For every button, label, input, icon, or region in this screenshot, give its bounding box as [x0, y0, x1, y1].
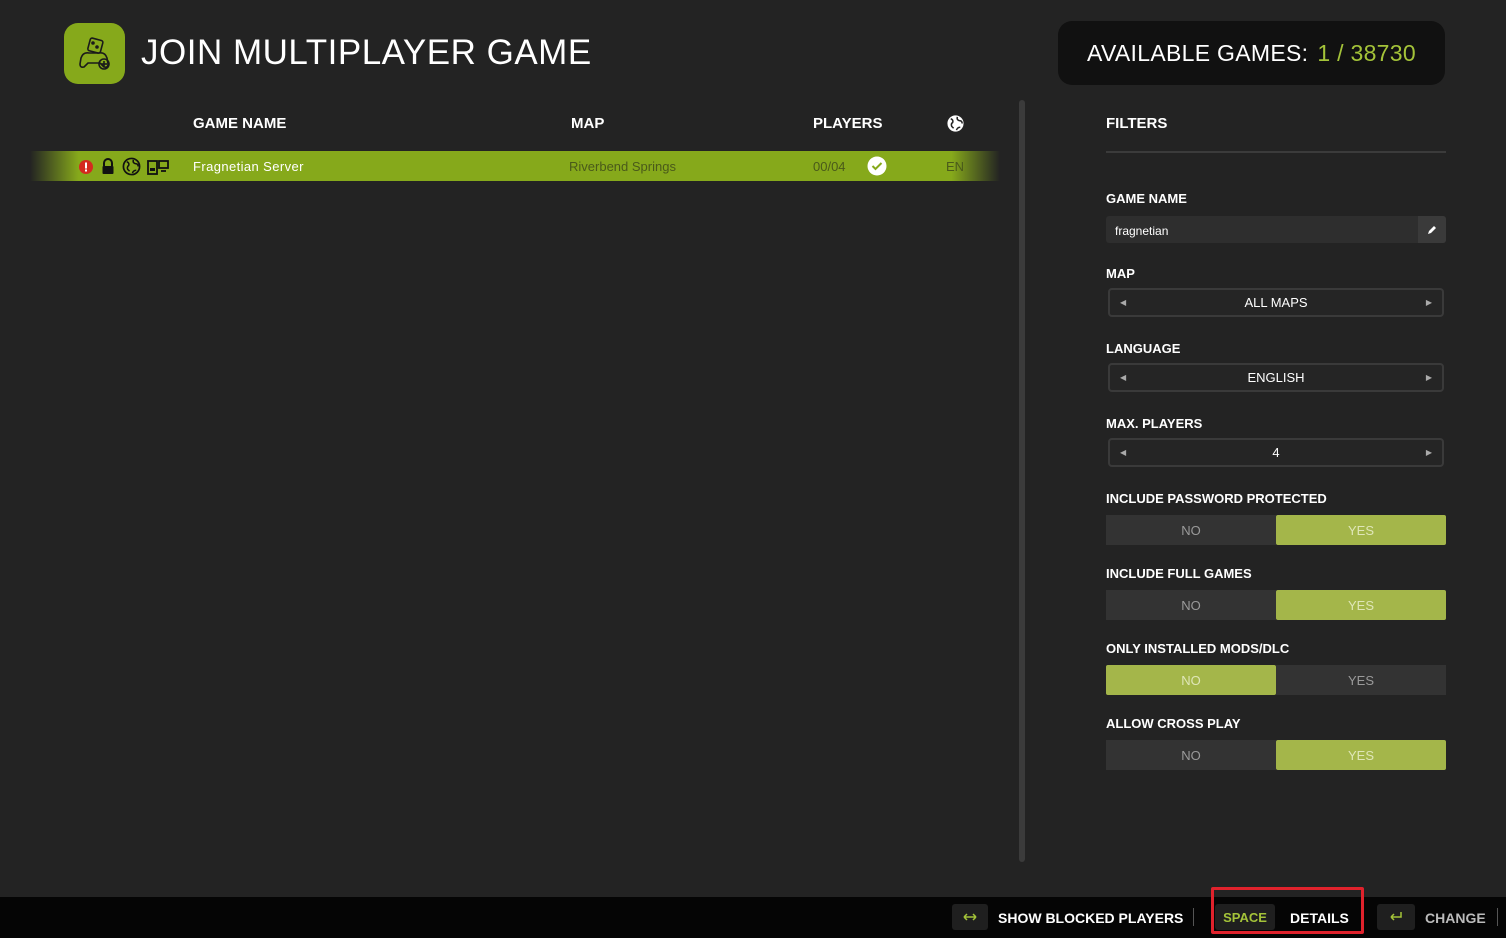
server-name: Fragnetian Server: [193, 159, 304, 174]
lock-icon: [100, 158, 116, 175]
show-blocked-players-button[interactable]: SHOW BLOCKED PLAYERS: [998, 910, 1183, 926]
server-language: EN: [946, 159, 965, 174]
arrow-left-icon[interactable]: ◀: [1120, 373, 1126, 382]
filter-cross-play-no-button[interactable]: NO: [1106, 740, 1276, 770]
filter-mods-no-button[interactable]: NO: [1106, 665, 1276, 695]
multiplayer-logo-icon: [64, 23, 125, 84]
filter-language-selector[interactable]: ◀ ENGLISH ▶: [1108, 363, 1444, 392]
column-header-language-globe-icon[interactable]: [946, 114, 965, 138]
page-title: JOIN MULTIPLAYER GAME: [141, 33, 592, 72]
available-games-counter: AVAILABLE GAMES: 1 / 38730: [1058, 21, 1445, 85]
filters-divider: [1106, 151, 1446, 153]
filter-max-players-label: MAX. PLAYERS: [1106, 416, 1203, 431]
filter-mods-yes-button[interactable]: YES: [1276, 665, 1446, 695]
change-button[interactable]: CHANGE: [1425, 910, 1486, 926]
bottom-separator: [1497, 908, 1498, 926]
column-header-players[interactable]: PLAYERS: [813, 115, 882, 132]
arrow-left-icon[interactable]: ◀: [1120, 298, 1126, 307]
column-header-game-name[interactable]: GAME NAME: [193, 115, 286, 132]
filter-map-value: ALL MAPS: [1244, 295, 1308, 310]
filter-full-games-toggle: NO YES: [1106, 590, 1446, 620]
available-games-label: AVAILABLE GAMES:: [1087, 39, 1309, 66]
check-icon: [867, 156, 887, 181]
filter-game-name-value: fragnetian: [1115, 224, 1169, 238]
filter-password-no-button[interactable]: NO: [1106, 515, 1276, 545]
arrow-right-icon[interactable]: ▶: [1426, 373, 1432, 382]
filter-cross-play-toggle: NO YES: [1106, 740, 1446, 770]
server-players: 00/04: [813, 159, 846, 174]
arrow-right-icon[interactable]: ▶: [1426, 448, 1432, 457]
details-highlight-box: [1211, 887, 1364, 934]
filter-map-selector[interactable]: ◀ ALL MAPS ▶: [1108, 288, 1444, 317]
server-row[interactable]: Fragnetian Server Riverbend Springs 00/0…: [30, 151, 1000, 181]
available-games-count: 1 / 38730: [1317, 39, 1416, 66]
filter-cross-play-label: ALLOW CROSS PLAY: [1106, 716, 1241, 731]
filter-cross-play-yes-button[interactable]: YES: [1276, 740, 1446, 770]
filter-password-label: INCLUDE PASSWORD PROTECTED: [1106, 491, 1327, 506]
filter-full-games-no-button[interactable]: NO: [1106, 590, 1276, 620]
filter-language-label: LANGUAGE: [1106, 341, 1181, 356]
bottom-separator: [1193, 908, 1194, 926]
filter-max-players-value: 4: [1272, 445, 1280, 460]
platform-icon: [147, 159, 169, 175]
filter-language-value: ENGLISH: [1247, 370, 1305, 385]
left-right-arrow-icon[interactable]: [952, 904, 988, 930]
list-scrollbar[interactable]: [1019, 100, 1025, 862]
pencil-icon[interactable]: [1418, 216, 1446, 243]
arrow-left-icon[interactable]: ◀: [1120, 448, 1126, 457]
arrow-right-icon[interactable]: ▶: [1426, 298, 1432, 307]
filter-mods-label: ONLY INSTALLED MODS/DLC: [1106, 641, 1290, 656]
filter-game-name-field[interactable]: fragnetian: [1106, 216, 1446, 243]
filter-game-name-label: GAME NAME: [1106, 191, 1187, 206]
filter-max-players-selector[interactable]: ◀ 4 ▶: [1108, 438, 1444, 467]
server-row-icons: [78, 157, 169, 176]
filters-title: FILTERS: [1106, 115, 1168, 132]
globe-icon: [122, 157, 141, 176]
server-map: Riverbend Springs: [569, 159, 676, 174]
filter-full-games-label: INCLUDE FULL GAMES: [1106, 566, 1252, 581]
filter-password-toggle: NO YES: [1106, 515, 1446, 545]
filter-password-yes-button[interactable]: YES: [1276, 515, 1446, 545]
filter-map-label: MAP: [1106, 266, 1135, 281]
enter-icon[interactable]: [1377, 904, 1415, 930]
filter-full-games-yes-button[interactable]: YES: [1276, 590, 1446, 620]
filter-mods-toggle: NO YES: [1106, 665, 1446, 695]
column-header-map[interactable]: MAP: [571, 115, 604, 132]
warning-icon: [78, 159, 94, 175]
